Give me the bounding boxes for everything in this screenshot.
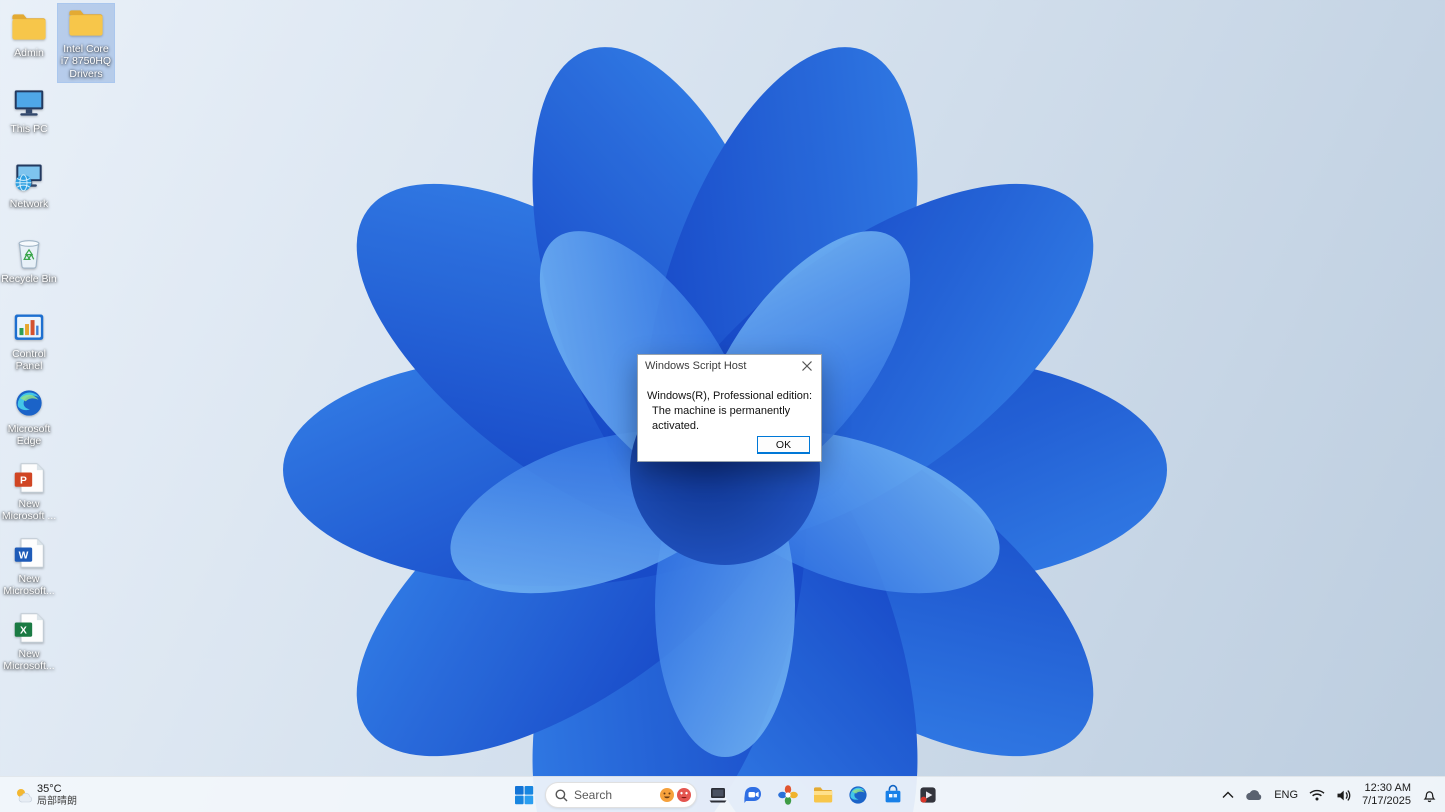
windows-script-host-dialog: Windows Script Host Windows(R), Professi…	[637, 354, 822, 462]
emoji-smile-icon	[660, 788, 674, 802]
wifi-icon	[1309, 789, 1325, 801]
start-button[interactable]	[510, 781, 538, 809]
taskbar-app-chat[interactable]	[739, 781, 767, 809]
desktop-icon-control-panel[interactable]: Control Panel	[1, 309, 57, 375]
weather-widget[interactable]: 35°C 局部晴朗	[8, 779, 83, 811]
taskbar-app-media[interactable]	[914, 781, 942, 809]
desktop-icon-intel-drivers[interactable]: Intel Core i7 8750HQ Drivers	[57, 2, 115, 84]
desktop-icon-new-powerpoint[interactable]: P New Microsoft ...	[1, 459, 57, 525]
dialog-message: Windows(R), Professional edition: The ma…	[638, 377, 821, 434]
svg-text:X: X	[20, 626, 27, 637]
search-box[interactable]: Search	[545, 782, 697, 808]
desktop-icon-label: Microsoft Edge	[7, 423, 51, 448]
desktop-icon-admin[interactable]: Admin	[1, 8, 57, 61]
system-tray: ENG 12:30 AM 7/17/2025	[1222, 777, 1437, 812]
close-icon	[802, 361, 812, 371]
folder-icon	[69, 10, 103, 36]
word-file-icon: W	[14, 538, 44, 568]
taskbar: 35°C 局部晴朗 Search ENG 12:30 AM 7/17/2025	[0, 776, 1445, 812]
search-doodle	[659, 787, 692, 803]
ok-button[interactable]: OK	[757, 436, 810, 453]
microsoft-store-icon	[885, 784, 901, 803]
desktop-icon-recycle-bin[interactable]: Recycle Bin	[1, 234, 57, 287]
desktop-icon-label: New Microsoft ...	[1, 498, 57, 523]
desktop-icon-new-word[interactable]: W New Microsoft...	[1, 534, 57, 600]
svg-text:W: W	[19, 551, 29, 562]
wifi-tray-button[interactable]	[1309, 789, 1325, 801]
cloud-icon	[1246, 790, 1262, 800]
folder-icon	[12, 14, 46, 40]
search-icon	[555, 789, 568, 801]
weather-icon	[17, 789, 32, 803]
network-icon	[15, 164, 42, 192]
windows-logo-icon	[515, 786, 534, 805]
chat-icon	[744, 786, 761, 803]
this-pc-icon	[14, 90, 44, 116]
onedrive-tray-button[interactable]	[1245, 789, 1263, 801]
desktop-icon-label: New Microsoft...	[3, 648, 55, 673]
dialog-message-line1: Windows(R), Professional edition:	[647, 390, 813, 402]
taskbar-app-photos[interactable]	[774, 781, 802, 809]
desktop-icon-label: Network	[9, 198, 49, 210]
desktop-icon-new-excel[interactable]: X New Microsoft...	[1, 609, 57, 675]
taskbar-center: Search	[510, 777, 942, 812]
close-button[interactable]	[793, 355, 821, 377]
taskbar-app-laptop[interactable]	[704, 781, 732, 809]
search-placeholder: Search	[574, 788, 613, 802]
desktop-icon-label: Admin	[14, 47, 44, 59]
clock-time: 12:30 AM	[1364, 781, 1411, 794]
taskbar-app-store[interactable]	[879, 781, 907, 809]
desktop-icon-label: This PC	[10, 123, 48, 135]
taskbar-app-edge[interactable]	[844, 781, 872, 809]
weather-condition: 局部晴朗	[37, 795, 77, 807]
svg-text:P: P	[20, 476, 27, 487]
control-panel-icon	[14, 314, 44, 340]
recycle-bin-icon	[18, 240, 40, 269]
edge-icon	[16, 390, 42, 416]
bell-icon	[1423, 790, 1436, 802]
desktop-icon-microsoft-edge[interactable]: Microsoft Edge	[1, 384, 57, 450]
edge-icon	[849, 786, 867, 804]
dialog-titlebar[interactable]: Windows Script Host	[638, 355, 821, 377]
weather-temperature: 35°C	[37, 782, 62, 795]
dialog-title: Windows Script Host	[645, 360, 747, 372]
dialog-footer: OK	[638, 431, 821, 461]
tray-overflow-button[interactable]	[1222, 791, 1234, 799]
taskbar-app-file-explorer[interactable]	[809, 781, 837, 809]
file-explorer-icon	[814, 787, 833, 803]
desktop-icon-label: Recycle Bin	[1, 273, 57, 285]
excel-file-icon: X	[14, 613, 44, 643]
notification-center-button[interactable]	[1422, 788, 1437, 803]
language-indicator[interactable]: ENG	[1274, 789, 1298, 801]
desktop-icon-network[interactable]: Network	[1, 159, 57, 212]
desktop-icon-label: New Microsoft...	[3, 573, 55, 598]
dialog-message-line2: The machine is permanently activated.	[652, 404, 791, 432]
media-app-icon	[920, 787, 936, 803]
clock-date: 7/17/2025	[1362, 795, 1411, 807]
laptop-app-icon	[709, 788, 727, 803]
emoji-love-icon	[677, 788, 691, 802]
clock[interactable]: 12:30 AM 7/17/2025	[1362, 782, 1411, 808]
desktop-icon-this-pc[interactable]: This PC	[1, 84, 57, 137]
powerpoint-file-icon: P	[14, 463, 44, 493]
desktop-icon-label: Intel Core i7 8750HQ Drivers	[60, 43, 112, 80]
desktop-icon-label: Control Panel	[12, 348, 46, 373]
photos-icon	[778, 785, 798, 805]
chevron-up-icon	[1222, 791, 1234, 798]
speaker-icon	[1337, 789, 1351, 801]
volume-tray-button[interactable]	[1336, 789, 1351, 802]
